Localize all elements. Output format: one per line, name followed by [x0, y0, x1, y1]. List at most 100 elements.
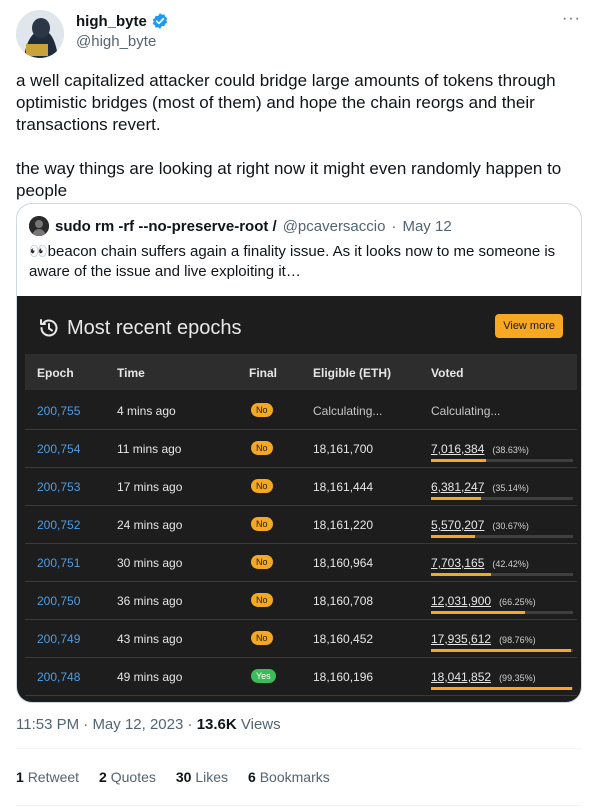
final-badge: Yes: [251, 669, 276, 683]
voted-value: 7,703,165: [431, 556, 485, 570]
header-final: Final: [249, 366, 278, 380]
time-cell: 36 mins ago: [117, 594, 183, 608]
voted-cell: 17,935,612 (98.76%): [431, 632, 536, 646]
time-cell: 49 mins ago: [117, 670, 183, 684]
voted-value: 18,041,852: [431, 670, 492, 684]
more-options-icon[interactable]: ···: [562, 10, 581, 28]
voted-progress-fill: [431, 687, 573, 690]
voted-cell: Calculating...: [431, 404, 508, 418]
voted-progress-fill: [431, 459, 486, 462]
views-label: Views: [240, 716, 281, 733]
eligible-cell: 18,160,196: [313, 670, 374, 684]
quote-avatar: [29, 216, 49, 236]
epoch-link[interactable]: 200,750: [37, 594, 80, 608]
tweet-header: high_byte @high_byte ···: [16, 6, 581, 58]
table-row: 200,752 24 mins ago No 18,161,220 5,570,207 (…: [25, 506, 577, 544]
tweet-date[interactable]: May 12, 2023: [92, 716, 183, 733]
retweets-label: Retweet: [27, 769, 80, 785]
divider-bottom: [16, 805, 581, 806]
quotes-stat[interactable]: 2 Quotes: [99, 769, 156, 785]
epochs-panel-image: Most recent epochs View more Epoch Time …: [17, 296, 581, 702]
time-cell: 17 mins ago: [117, 480, 183, 494]
header-time: Time: [117, 366, 145, 380]
eligible-cell: 18,160,708: [313, 594, 374, 608]
eligible-cell: 18,161,700: [313, 442, 374, 456]
time-cell: 11 mins ago: [117, 442, 182, 456]
epoch-link[interactable]: 200,751: [37, 556, 80, 570]
header-epoch: Epoch: [37, 366, 74, 380]
meta-separator: ·: [83, 716, 89, 733]
time-cell: 30 mins ago: [117, 556, 183, 570]
voted-value: 6,381,247: [431, 480, 485, 494]
voted-cell: 18,041,852 (99.35%): [431, 670, 536, 684]
voted-percent: (99.35%): [499, 673, 536, 683]
retweets-stat[interactable]: 1 Retweet: [16, 769, 79, 785]
epoch-link[interactable]: 200,752: [37, 518, 80, 532]
quoted-tweet[interactable]: sudo rm -rf --no-preserve-root / @pcaver…: [16, 203, 582, 703]
likes-stat[interactable]: 30 Likes: [176, 769, 228, 785]
epoch-link[interactable]: 200,753: [37, 480, 80, 494]
eligible-cell: 18,160,452: [313, 632, 374, 646]
final-badge: No: [251, 631, 273, 645]
table-row: 200,753 17 mins ago No 18,161,444 6,381,247 (…: [25, 468, 577, 506]
voted-cell: 7,703,165 (42.42%): [431, 556, 529, 570]
display-name[interactable]: high_byte: [76, 13, 147, 30]
table-row: 200,754 11 mins ago No 18,161,700 7,016,384 (…: [25, 430, 577, 468]
voted-percent: (42.42%): [492, 559, 529, 569]
voted-progress-bar: [431, 573, 573, 576]
voted-percent: (30.67%): [492, 521, 529, 531]
table-row: 200,749 43 mins ago No 18,160,452 17,935,612…: [25, 620, 577, 658]
voted-cell: 5,570,207 (30.67%): [431, 518, 529, 532]
eligible-cell: 18,161,444: [313, 480, 374, 494]
quote-display-name: sudo rm -rf --no-preserve-root /: [55, 217, 277, 235]
final-badge: No: [251, 441, 273, 455]
panel-title-text: Most recent epochs: [67, 316, 242, 339]
voted-progress-fill: [431, 611, 526, 614]
voted-value: 12,031,900: [431, 594, 492, 608]
table-row: 200,751 30 mins ago No 18,160,964 7,703,165 (…: [25, 544, 577, 582]
voted-progress-bar: [431, 535, 573, 538]
voted-cell: 12,031,900 (66.25%): [431, 594, 536, 608]
voted-value: 17,935,612: [431, 632, 492, 646]
tweet-time[interactable]: 11:53 PM: [16, 716, 79, 733]
view-more-button[interactable]: View more: [495, 314, 563, 338]
verified-badge-icon: [152, 13, 168, 29]
quote-separator: ·: [391, 217, 397, 235]
voted-value: Calculating...: [431, 404, 501, 418]
engagement-stats: 1 Retweet 2 Quotes 30 Likes 6 Bookmarks: [16, 769, 330, 785]
bookmarks-label: Bookmarks: [259, 769, 330, 785]
quote-text: 👀beacon chain suffers again a finality i…: [29, 243, 556, 280]
history-icon: [40, 319, 58, 337]
voted-value: 7,016,384: [431, 442, 485, 456]
bookmarks-stat[interactable]: 6 Bookmarks: [248, 769, 330, 785]
bookmarks-count: 6: [248, 769, 256, 785]
retweets-count: 1: [16, 769, 24, 785]
final-badge: No: [251, 479, 273, 493]
final-badge: No: [251, 555, 273, 569]
avatar[interactable]: [16, 10, 64, 58]
epoch-link[interactable]: 200,749: [37, 632, 80, 646]
eligible-cell: 18,161,220: [313, 518, 374, 532]
likes-count: 30: [175, 769, 192, 785]
voted-progress-bar: [431, 497, 573, 500]
quotes-count: 2: [99, 769, 107, 785]
hacker-avatar-icon: [16, 10, 64, 58]
voted-progress-fill: [431, 649, 572, 652]
voted-percent: (35.14%): [492, 483, 529, 493]
epoch-link[interactable]: 200,755: [37, 404, 80, 418]
voted-cell: 6,381,247 (35.14%): [431, 480, 529, 494]
tweet-text: a well capitalized attacker could bridge…: [16, 71, 562, 200]
final-badge: No: [251, 403, 273, 417]
epoch-link[interactable]: 200,754: [37, 442, 80, 456]
table-row: 200,755 4 mins ago No Calculating... Calcula…: [25, 392, 577, 430]
voted-progress-bar: [431, 459, 573, 462]
final-badge: No: [251, 593, 273, 607]
table-row: 200,750 36 mins ago No 18,160,708 12,031,900…: [25, 582, 577, 620]
views-count: 13.6K: [196, 716, 237, 733]
voted-percent: (98.76%): [499, 635, 536, 645]
voted-percent: (38.63%): [492, 445, 529, 455]
voted-progress-bar: [431, 649, 573, 652]
voted-progress-bar: [431, 687, 573, 690]
epoch-link[interactable]: 200,748: [37, 670, 80, 684]
handle[interactable]: @high_byte: [76, 33, 156, 50]
